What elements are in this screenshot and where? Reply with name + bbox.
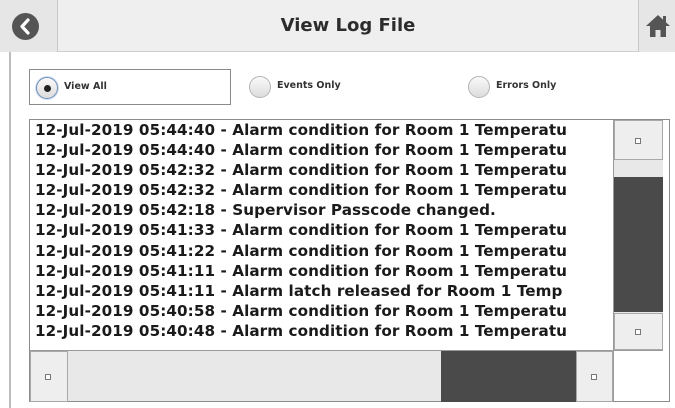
log-entry: 12-Jul-2019 05:42:32 - Alarm condition f… bbox=[35, 161, 568, 180]
log-entry: 12-Jul-2019 05:41:11 - Alarm condition f… bbox=[35, 261, 568, 280]
filter-view-all[interactable]: View All bbox=[29, 69, 231, 105]
filter-events-only[interactable]: Events Only bbox=[243, 69, 393, 105]
scroll-up-button[interactable] bbox=[614, 120, 663, 160]
filter-view-all-label: View All bbox=[64, 81, 107, 92]
back-button[interactable] bbox=[0, 0, 58, 52]
back-arrow-icon bbox=[12, 13, 39, 40]
scroll-up-icon bbox=[635, 138, 641, 144]
view-log-screen: View Log File View All Events Only Error bbox=[0, 0, 675, 408]
filter-errors-only[interactable]: Errors Only bbox=[462, 69, 612, 105]
radio-selected-dot bbox=[44, 85, 51, 92]
log-entry: 12-Jul-2019 05:42:18 - Supervisor Passco… bbox=[35, 201, 496, 220]
log-entry: 12-Jul-2019 05:40:58 - Alarm condition f… bbox=[35, 301, 568, 320]
header-bar: View Log File bbox=[0, 0, 675, 53]
home-button[interactable] bbox=[638, 0, 675, 52]
log-entry: 12-Jul-2019 05:41:22 - Alarm condition f… bbox=[35, 241, 568, 260]
horizontal-scroll-thumb[interactable] bbox=[441, 351, 576, 402]
scroll-down-button[interactable] bbox=[614, 313, 663, 350]
left-divider bbox=[9, 52, 11, 408]
scroll-down-icon bbox=[635, 329, 641, 335]
log-entry: 12-Jul-2019 05:40:48 - Alarm condition f… bbox=[35, 321, 568, 340]
scrollbar-corner bbox=[613, 350, 663, 401]
radio-events-only[interactable] bbox=[249, 76, 271, 98]
log-list[interactable]: 12-Jul-2019 05:44:40 - Alarm condition f… bbox=[30, 120, 613, 350]
horizontal-scrollbar[interactable] bbox=[30, 350, 613, 402]
scroll-right-button[interactable] bbox=[576, 351, 613, 402]
radio-view-all[interactable] bbox=[36, 77, 58, 99]
vertical-scroll-thumb[interactable] bbox=[614, 177, 663, 312]
filter-errors-only-label: Errors Only bbox=[496, 80, 557, 91]
scroll-right-icon bbox=[591, 374, 597, 380]
log-entry: 12-Jul-2019 05:41:33 - Alarm condition f… bbox=[35, 221, 568, 240]
log-entry: 12-Jul-2019 05:42:32 - Alarm condition f… bbox=[35, 181, 568, 200]
log-entry: 12-Jul-2019 05:41:11 - Alarm latch relea… bbox=[35, 281, 563, 300]
page-title: View Log File bbox=[280, 15, 416, 36]
filter-events-only-label: Events Only bbox=[277, 80, 341, 91]
home-icon bbox=[646, 15, 670, 37]
scroll-left-button[interactable] bbox=[30, 351, 68, 402]
log-entry: 12-Jul-2019 05:44:40 - Alarm condition f… bbox=[35, 141, 568, 160]
vertical-scrollbar[interactable] bbox=[613, 120, 663, 350]
scroll-left-icon bbox=[45, 374, 51, 380]
log-entry: 12-Jul-2019 05:44:40 - Alarm condition f… bbox=[35, 121, 568, 139]
radio-errors-only[interactable] bbox=[468, 76, 490, 98]
